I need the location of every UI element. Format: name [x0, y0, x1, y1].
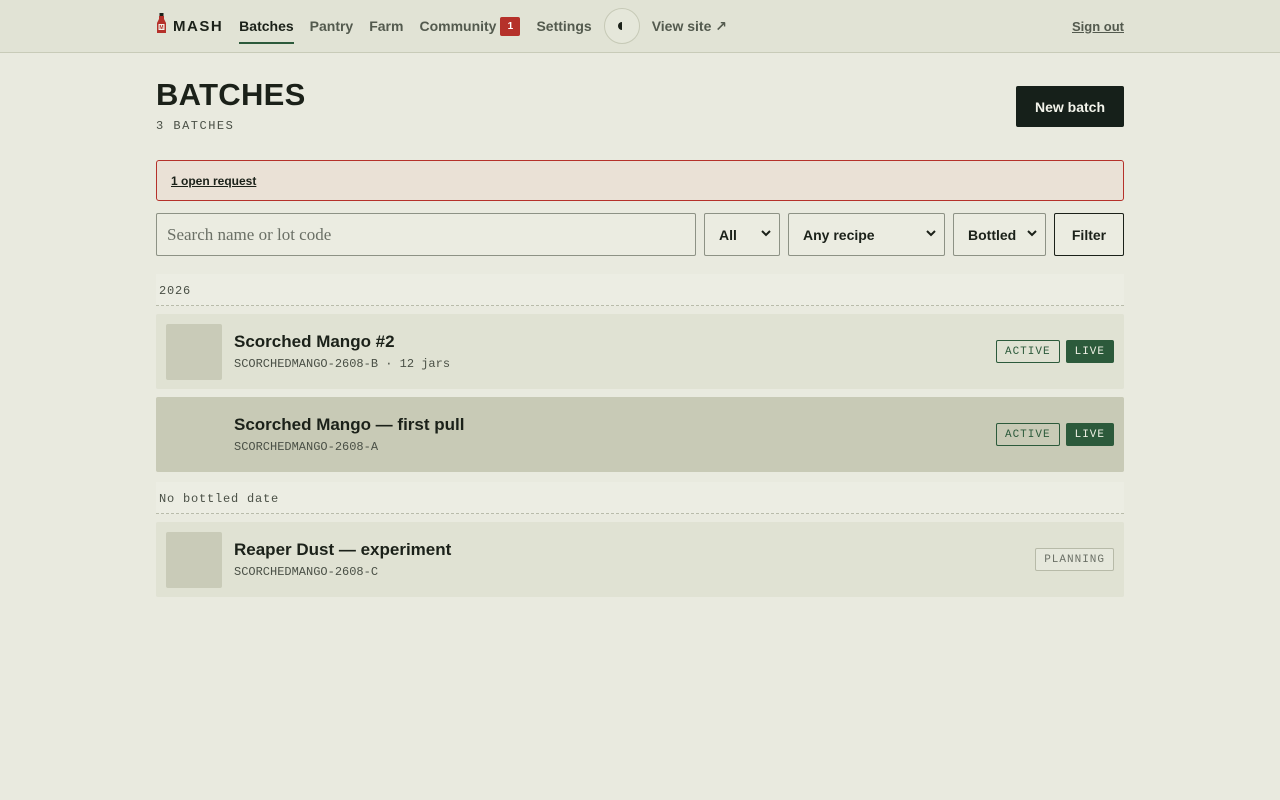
community-notification-badge: 1 — [500, 16, 521, 36]
hot-sauce-bottle-icon: M — [156, 13, 167, 39]
nav-batches-label: Batches — [239, 18, 294, 34]
sort-select[interactable]: Bottled — [953, 213, 1046, 256]
batch-thumbnail — [166, 323, 222, 380]
page-header: BATCHES 3 BATCHES New batch — [156, 53, 1124, 160]
sort-select-value: Bottled — [968, 226, 1017, 243]
batch-row[interactable]: Scorched Mango #2 SCORCHEDMANGO-2608-B ·… — [156, 314, 1124, 389]
nav-settings-label: Settings — [536, 18, 592, 34]
status-badge: PLANNING — [1035, 548, 1114, 571]
search-input[interactable] — [156, 213, 696, 256]
view-site-link[interactable]: View site ↗ — [652, 0, 727, 52]
group-header: 2026 — [156, 274, 1124, 306]
group-header: No bottled date — [156, 482, 1124, 514]
sign-out-link[interactable]: Sign out — [1072, 0, 1124, 52]
batch-row[interactable]: Scorched Mango — first pull SCORCHEDMANG… — [156, 397, 1124, 472]
batch-name: Scorched Mango — first pull — [234, 415, 465, 434]
nav-batches[interactable]: Batches — [239, 0, 295, 52]
nav-community[interactable]: Community 1 — [419, 0, 521, 52]
chevron-down-icon — [926, 229, 936, 240]
live-badge: LIVE — [1065, 423, 1114, 446]
nav-community-label: Community — [419, 18, 497, 34]
nav-farm[interactable]: Farm — [369, 0, 403, 52]
status-badge: ACTIVE — [995, 423, 1060, 446]
view-site-label: View site ↗ — [651, 17, 727, 34]
chevron-down-icon — [1027, 229, 1037, 240]
status-badge: ACTIVE — [995, 340, 1060, 363]
filter-bar: All Any recipe Bottled Filter — [156, 213, 1124, 256]
open-request-alert: 1 open request — [156, 160, 1124, 201]
live-badge: LIVE — [1065, 340, 1114, 363]
half-moon-icon — [617, 17, 626, 35]
batch-count: 3 BATCHES — [156, 119, 235, 133]
batch-row[interactable]: Reaper Dust — experiment SCORCHEDMANGO-2… — [156, 522, 1124, 597]
nav-pantry-label: Pantry — [309, 18, 354, 34]
nav-pantry[interactable]: Pantry — [310, 0, 354, 52]
brand-logo[interactable]: M MASH — [156, 13, 223, 39]
batch-thumbnail — [166, 531, 222, 588]
top-nav: M MASH Batches Pantry Farm Community 1 S… — [0, 0, 1280, 53]
theme-toggle-button[interactable] — [603, 8, 640, 44]
chevron-down-icon — [761, 229, 771, 240]
status-select-value: All — [719, 226, 737, 243]
nav-settings[interactable]: Settings — [536, 0, 591, 52]
filter-button[interactable]: Filter — [1054, 213, 1124, 256]
new-batch-button[interactable]: New batch — [1016, 86, 1124, 127]
status-select[interactable]: All — [704, 213, 780, 256]
svg-text:M: M — [159, 25, 163, 31]
batch-lot-code: SCORCHEDMANGO-2608-B · 12 jars — [234, 357, 451, 371]
batch-name: Scorched Mango #2 — [234, 332, 395, 351]
batch-name: Reaper Dust — experiment — [234, 540, 452, 559]
batch-thumbnail — [166, 407, 222, 463]
nav-farm-label: Farm — [369, 18, 404, 34]
main-content: BATCHES 3 BATCHES New batch 1 open reque… — [156, 53, 1124, 597]
recipe-select-value: Any recipe — [803, 226, 875, 243]
open-request-link[interactable]: 1 open request — [171, 174, 256, 188]
batch-lot-code: SCORCHEDMANGO-2608-A — [234, 440, 379, 454]
recipe-select[interactable]: Any recipe — [788, 213, 945, 256]
page-title: BATCHES — [156, 77, 306, 112]
batch-lot-code: SCORCHEDMANGO-2608-C — [234, 565, 379, 579]
brand-name: MASH — [173, 17, 224, 35]
